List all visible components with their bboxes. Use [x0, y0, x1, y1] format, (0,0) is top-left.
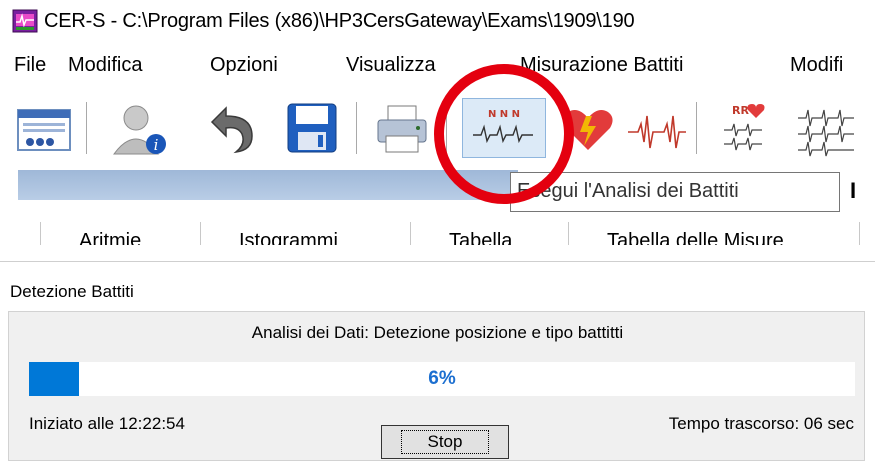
tab-strip: Aritmie Istogrammi Tabella Tabella delle…	[18, 222, 875, 245]
panel-edge-marker: I	[850, 178, 857, 203]
ecg-trace-icon	[628, 115, 686, 149]
cer-s-app-icon[interactable]	[12, 9, 38, 33]
save-button[interactable]	[280, 98, 344, 158]
tooltip: Esegui l'Analisi dei Battiti	[510, 172, 840, 212]
undo-button[interactable]	[198, 98, 262, 158]
menu-modifica[interactable]: Modifica	[68, 54, 142, 77]
tab-aritmie[interactable]: Aritmie	[40, 222, 201, 245]
toolbar-nnn-label: N N N	[488, 109, 520, 120]
patient-list-button[interactable]	[12, 98, 76, 158]
analysis-status-text: Analisi dei Dati: Detezione posizione e …	[251, 323, 624, 342]
print-icon	[377, 105, 427, 153]
toolbar-separator	[356, 102, 357, 154]
separator-band	[0, 245, 875, 261]
menu-file[interactable]: File	[14, 54, 46, 77]
toolbar-separator	[696, 102, 697, 154]
print-button[interactable]	[370, 98, 434, 158]
tab-tabella[interactable]: Tabella	[410, 222, 569, 245]
save-icon	[287, 103, 337, 153]
beat-analysis-button[interactable]: N N N	[462, 98, 546, 158]
undo-icon	[210, 106, 253, 154]
toolbar-rr-label: RR	[732, 104, 749, 117]
menu-misurazione-battiti[interactable]: Misurazione Battiti	[520, 54, 683, 77]
menu-modifi[interactable]: Modifi	[790, 54, 843, 77]
progress-percent-label: 6%	[428, 368, 456, 389]
window-title: CER-S - C:\Program Files (x86)\HP3CersGa…	[44, 10, 635, 32]
toolbar: i N N N RR	[0, 90, 875, 170]
rr-analysis-button[interactable]: RR	[712, 98, 776, 158]
beat-detection-dialog: Detezione Battiti Analisi dei Dati: Dete…	[0, 261, 875, 471]
dialog-title-bar: Detezione Battiti	[0, 261, 875, 312]
progress-bar: 6%	[29, 362, 855, 396]
tab-label: Tabella	[449, 230, 513, 245]
dialog-body: Analisi dei Dati: Detezione posizione e …	[8, 311, 865, 461]
tab-label: Aritmie	[79, 230, 142, 245]
elapsed-time-text: Tempo trascorso: 06 sec	[668, 414, 854, 433]
patient-list-icon	[17, 109, 71, 151]
tab-label: Istogrammi	[239, 230, 338, 245]
title-bar: CER-S - C:\Program Files (x86)\HP3CersGa…	[0, 0, 875, 42]
multi-ecg-button[interactable]	[792, 98, 856, 158]
tab-istogrammi[interactable]: Istogrammi	[200, 222, 411, 245]
heart-alert-icon	[563, 110, 613, 150]
toolbar-separator	[446, 102, 447, 154]
menu-opzioni[interactable]: Opzioni	[210, 54, 278, 77]
menu-bar: File Modifica Opzioni Visualizza Misuraz…	[0, 42, 875, 90]
start-time-text: Iniziato alle 12:22:54	[29, 414, 185, 433]
dialog-title: Detezione Battiti	[10, 282, 134, 301]
ecg-trace-button[interactable]	[624, 98, 688, 158]
beat-analysis-icon: N N N	[473, 109, 533, 144]
panel-caption-bar	[18, 170, 518, 200]
stop-button[interactable]: Stop	[381, 425, 509, 459]
stop-button-label: Stop	[400, 430, 490, 454]
svg-text:i: i	[154, 136, 159, 154]
rr-analysis-icon: RR	[724, 104, 765, 151]
tab-label: Tabella delle Misure	[607, 230, 784, 245]
menu-visualizza[interactable]: Visualizza	[346, 54, 436, 77]
multi-ecg-icon	[798, 109, 854, 157]
patient-info-button[interactable]: i	[106, 98, 170, 158]
toolbar-separator	[86, 102, 87, 154]
heart-alert-button[interactable]	[556, 98, 620, 158]
patient-info-icon: i	[113, 105, 166, 155]
tab-tabella-delle-misure[interactable]: Tabella delle Misure	[568, 222, 860, 245]
